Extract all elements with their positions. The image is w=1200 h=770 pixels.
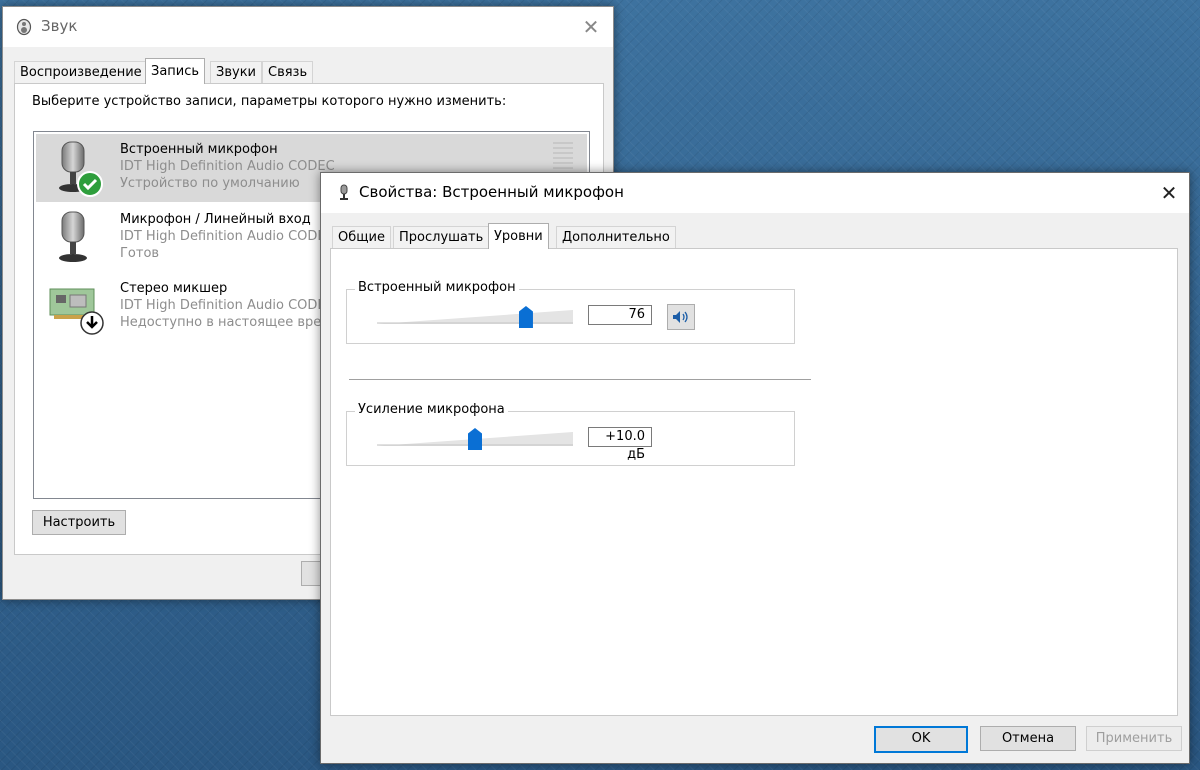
- sound-card-icon: [49, 288, 104, 335]
- sound-titlebar[interactable]: Звук ✕: [3, 7, 613, 47]
- slider-track: [377, 310, 573, 324]
- apply-button[interactable]: Применить: [1086, 726, 1182, 751]
- tab-recording[interactable]: Запись: [145, 58, 206, 84]
- configure-button[interactable]: Настроить: [32, 510, 126, 535]
- microphone-volume-slider[interactable]: [377, 302, 573, 328]
- device-status: Готов: [120, 246, 160, 261]
- properties-window: Свойства: Встроенный микрофон ✕ Общие Пр…: [320, 172, 1190, 764]
- tab-advanced[interactable]: Дополнительно: [556, 226, 676, 248]
- device-driver: IDT High Definition Audio CODEC: [120, 159, 335, 174]
- device-status: Недоступно в настоящее время: [120, 315, 339, 330]
- microphone-icon: [59, 211, 87, 262]
- tab-listen[interactable]: Прослушать: [393, 226, 490, 248]
- sound-close-button[interactable]: ✕: [575, 13, 607, 41]
- speaker-volume-icon: [673, 311, 688, 323]
- sound-window-title: Звук: [41, 17, 78, 35]
- mute-button[interactable]: [667, 304, 695, 330]
- cancel-button[interactable]: Отмена: [980, 726, 1076, 751]
- microphone-boost-slider[interactable]: [377, 424, 573, 450]
- device-driver: IDT High Definition Audio CODEC: [120, 229, 335, 244]
- microphone-boost-value[interactable]: +10.0 дБ: [588, 427, 652, 462]
- tab-general[interactable]: Общие: [332, 226, 391, 248]
- properties-window-title: Свойства: Встроенный микрофон: [359, 183, 624, 201]
- tab-sounds[interactable]: Звуки: [210, 61, 262, 83]
- level-group-microphone: Встроенный микрофон 76: [346, 280, 795, 344]
- tab-levels[interactable]: Уровни: [488, 223, 549, 249]
- levels-panel: Встроенный микрофон 76 Усиление микрофон…: [330, 248, 1178, 716]
- microphone-volume-value[interactable]: 76: [588, 305, 652, 325]
- tab-communications[interactable]: Связь: [262, 61, 314, 83]
- device-driver: IDT High Definition Audio CODEC: [120, 298, 335, 313]
- sound-tabs: Воспроизведение Запись Звуки Связь: [14, 58, 594, 84]
- properties-close-button[interactable]: ✕: [1153, 179, 1185, 207]
- device-name: Микрофон / Линейный вход: [120, 212, 311, 227]
- device-name: Стерео микшер: [120, 281, 228, 296]
- microphone-small-icon: [340, 184, 348, 200]
- properties-tabs: Общие Прослушать Уровни Дополнительно: [332, 223, 732, 249]
- properties-titlebar[interactable]: Свойства: Встроенный микрофон ✕: [321, 173, 1189, 213]
- level-group-boost: Усиление микрофона +10.0 дБ: [346, 402, 795, 466]
- device-status: Устройство по умолчанию: [120, 176, 300, 191]
- separator-line: [349, 379, 811, 380]
- level-label: Встроенный микрофон: [355, 280, 519, 295]
- device-name: Встроенный микрофон: [120, 142, 278, 157]
- ok-button[interactable]: OK: [874, 726, 968, 753]
- microphone-default-icon: [59, 141, 103, 197]
- level-label: Усиление микрофона: [355, 402, 508, 417]
- instruction-text: Выберите устройство записи, параметры ко…: [32, 94, 507, 109]
- tab-playback[interactable]: Воспроизведение: [14, 61, 148, 83]
- speaker-icon: [16, 18, 32, 36]
